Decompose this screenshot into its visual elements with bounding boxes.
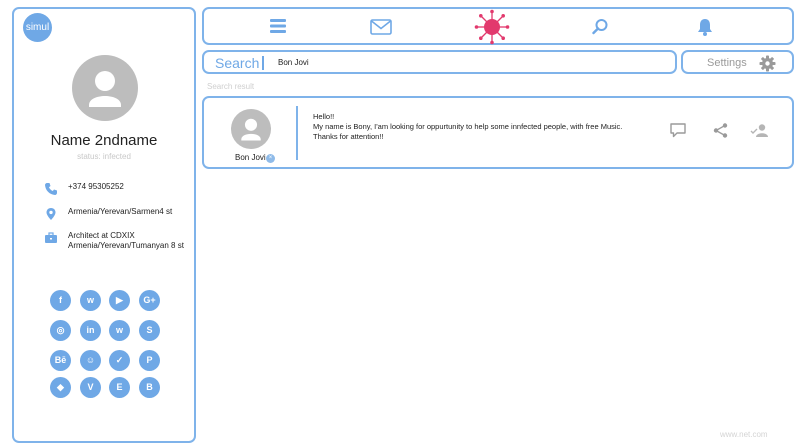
add-friend-icon[interactable] (750, 122, 769, 139)
vimeo-icon[interactable]: V (80, 377, 101, 398)
search-input[interactable] (278, 55, 658, 69)
work-text: Architect at CDXIX Armenia/Yerevan/Tuman… (68, 231, 184, 251)
user-icon (241, 118, 261, 141)
search-divider (262, 56, 264, 70)
search-icon[interactable] (592, 18, 609, 35)
message-line: My name is Bony, I'am looking for oppurt… (313, 122, 623, 131)
watermark: www.net.com (720, 430, 768, 439)
linkedin-icon[interactable]: in (80, 320, 101, 341)
briefcase-icon (45, 232, 57, 243)
mail-icon[interactable] (370, 19, 392, 35)
remove-badge-icon[interactable]: × (266, 154, 275, 163)
search-label: Search (215, 55, 260, 71)
whatsapp-icon[interactable]: w (109, 320, 130, 341)
profile-avatar[interactable] (72, 55, 138, 121)
search-bar: Search (202, 50, 677, 74)
work-address: Armenia/Yerevan/Tumanyan 8 st (68, 241, 184, 250)
result-divider (296, 106, 298, 160)
profile-name: Name 2ndname (50, 132, 158, 149)
app-logo[interactable]: simul (23, 13, 52, 42)
result-card[interactable]: Bon Jovi × Hello!! My name is Bony, I'am… (202, 96, 794, 169)
whatsapp-icon[interactable]: w (80, 290, 101, 311)
comment-icon[interactable] (669, 122, 687, 139)
search-result-label: Search result (207, 82, 255, 91)
dropbox-icon[interactable]: ◆ (50, 377, 71, 398)
share-icon[interactable] (712, 122, 729, 139)
location-pin-icon (46, 208, 56, 220)
profile-status: status: infected (77, 152, 131, 161)
snapchat-icon[interactable]: ☺ (80, 350, 101, 371)
virus-icon[interactable] (474, 9, 510, 45)
settings-button[interactable]: Settings (681, 50, 794, 74)
menu-icon[interactable] (269, 17, 287, 35)
facebook-icon[interactable]: f (50, 290, 71, 311)
work-row: Architect at CDXIX Armenia/Yerevan/Tuman… (44, 231, 184, 251)
twitter-icon[interactable]: ✓ (109, 350, 130, 371)
user-icon (89, 71, 121, 107)
result-message: Hello!! My name is Bony, I'am looking fo… (313, 112, 643, 142)
work-title: Architect at CDXIX (68, 231, 135, 240)
settings-label: Settings (707, 57, 747, 69)
bell-icon[interactable] (696, 17, 714, 37)
result-name[interactable]: Bon Jovi (235, 153, 266, 162)
address-row: Armenia/Yerevan/Sarmen4 st (44, 207, 172, 221)
result-avatar[interactable] (231, 109, 271, 149)
blogger-icon[interactable]: B (139, 377, 160, 398)
google-plus-icon[interactable]: G+ (139, 290, 160, 311)
pinterest-icon[interactable]: P (139, 350, 160, 371)
message-line: Thanks for attention!! (313, 132, 384, 141)
phone-number[interactable]: +374 95305252 (68, 182, 124, 192)
message-line: Hello!! (313, 112, 335, 121)
evernote-icon[interactable]: E (109, 377, 130, 398)
behance-icon[interactable]: Bē (50, 350, 71, 371)
phone-icon (45, 183, 57, 195)
top-navigation (202, 7, 794, 45)
address-text: Armenia/Yerevan/Sarmen4 st (68, 207, 173, 216)
profile-card: simul Name 2ndname status: infected +374… (12, 7, 196, 443)
instagram-icon[interactable]: ◎ (50, 320, 71, 341)
phone-row: +374 95305252 (44, 182, 124, 196)
youtube-icon[interactable]: ▶ (109, 290, 130, 311)
skype-icon[interactable]: S (139, 320, 160, 341)
gear-icon[interactable] (759, 55, 776, 72)
